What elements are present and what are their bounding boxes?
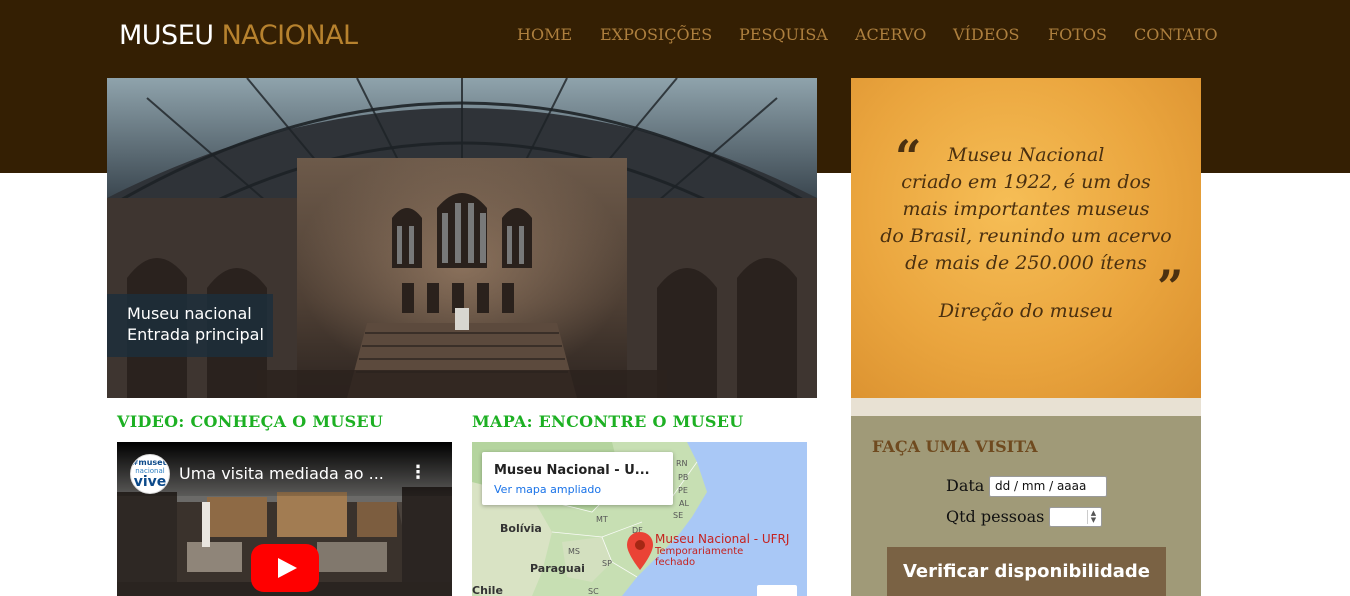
map-place-status-line1: Temporariamente [655, 546, 744, 557]
nav-videos[interactable]: VÍDEOS [953, 25, 1019, 45]
nav-fotos[interactable]: FOTOS [1048, 25, 1107, 45]
hero-caption-line1: Museu nacional [127, 304, 252, 323]
avatar-text-3: vive [133, 474, 167, 490]
map-label-chile: Chile [472, 584, 503, 596]
map-place-status-line2: fechado [655, 557, 696, 568]
map-label-se: SE [673, 511, 684, 520]
map-label-pe: PE [678, 486, 688, 495]
quote-line-1: Museu Nacional [947, 144, 1105, 166]
map-embed[interactable]: Museu Nacional - U... Ver mapa ampliado … [472, 442, 807, 596]
nav-pesquisa[interactable]: PESQUISA [739, 25, 828, 45]
nav-exposicoes[interactable]: EXPOSIÇÕES [600, 25, 712, 45]
avatar-text-1: #museu [131, 458, 169, 467]
quote-line-3: mais importantes museus [902, 198, 1150, 220]
map-label-mt: MT [596, 515, 608, 524]
nav-home[interactable]: HOME [517, 25, 572, 45]
nav-contato[interactable]: CONTATO [1134, 25, 1218, 45]
quote-line-5: de mais de 250.000 ítens [905, 252, 1147, 274]
video-embed[interactable]: #museu nacional vive Uma visita mediada … [117, 442, 452, 596]
quote-box: “ Museu Nacional criado em 1922, é um do… [851, 78, 1201, 398]
date-label: Data [946, 476, 985, 495]
map-card-title: Museu Nacional - U... [494, 463, 650, 478]
map-info-card: Museu Nacional - U... Ver mapa ampliado [482, 452, 673, 505]
map-zoom-control[interactable] [757, 585, 797, 596]
quote-divider [851, 398, 1201, 416]
map-pin-icon[interactable] [627, 532, 653, 570]
play-button-icon[interactable] [251, 544, 319, 592]
qty-spinner-icon[interactable]: ▲ ▼ [1087, 510, 1099, 524]
quote-author: Direção do museu [938, 300, 1114, 322]
hero-image: Museu nacional Entrada principal [107, 78, 817, 398]
quote-line-4: do Brasil, reunindo um acervo [880, 225, 1172, 247]
quote-line-2: criado em 1922, é um dos [901, 171, 1151, 193]
map-label-al: AL [679, 499, 689, 508]
qty-field[interactable]: ▲ ▼ [1049, 507, 1102, 527]
map-section-title: MAPA: ENCONTRE O MUSEU [472, 412, 744, 431]
more-options-icon[interactable]: ⋮ [409, 464, 427, 482]
video-title[interactable]: Uma visita mediada ao ... [179, 464, 384, 483]
hero-caption: Museu nacional Entrada principal [107, 294, 273, 357]
hero-caption-line2: Entrada principal [127, 325, 264, 344]
visit-title: FAÇA UMA VISITA [872, 437, 1038, 456]
nav-acervo[interactable]: ACERVO [855, 25, 926, 45]
qty-label: Qtd pessoas [946, 507, 1045, 526]
map-place-status: Temporariamente fechado [655, 546, 743, 568]
map-expand-link[interactable]: Ver mapa ampliado [494, 483, 601, 496]
map-label-ms: MS [568, 547, 580, 556]
map-label-paraguai: Paraguai [530, 562, 585, 575]
map-label-sp: SP [602, 559, 612, 568]
map-place-name[interactable]: Museu Nacional - UFRJ [655, 532, 789, 546]
date-field[interactable]: dd / mm / aaaa [989, 476, 1107, 497]
visit-panel: FAÇA UMA VISITA Data dd / mm / aaaa Qtd … [851, 416, 1201, 596]
map-label-rn: RN [676, 459, 688, 468]
channel-avatar[interactable]: #museu nacional vive [130, 454, 170, 494]
video-section-title: VIDEO: CONHEÇA O MUSEU [117, 412, 384, 431]
check-availability-button[interactable]: Verificar disponibilidade [887, 547, 1166, 596]
main-nav: HOME EXPOSIÇÕES PESQUISA ACERVO VÍDEOS F… [0, 25, 1350, 47]
map-label-bolivia: Bolívia [500, 522, 542, 535]
map-label-sc: SC [588, 587, 599, 596]
map-label-pb: PB [678, 473, 689, 482]
